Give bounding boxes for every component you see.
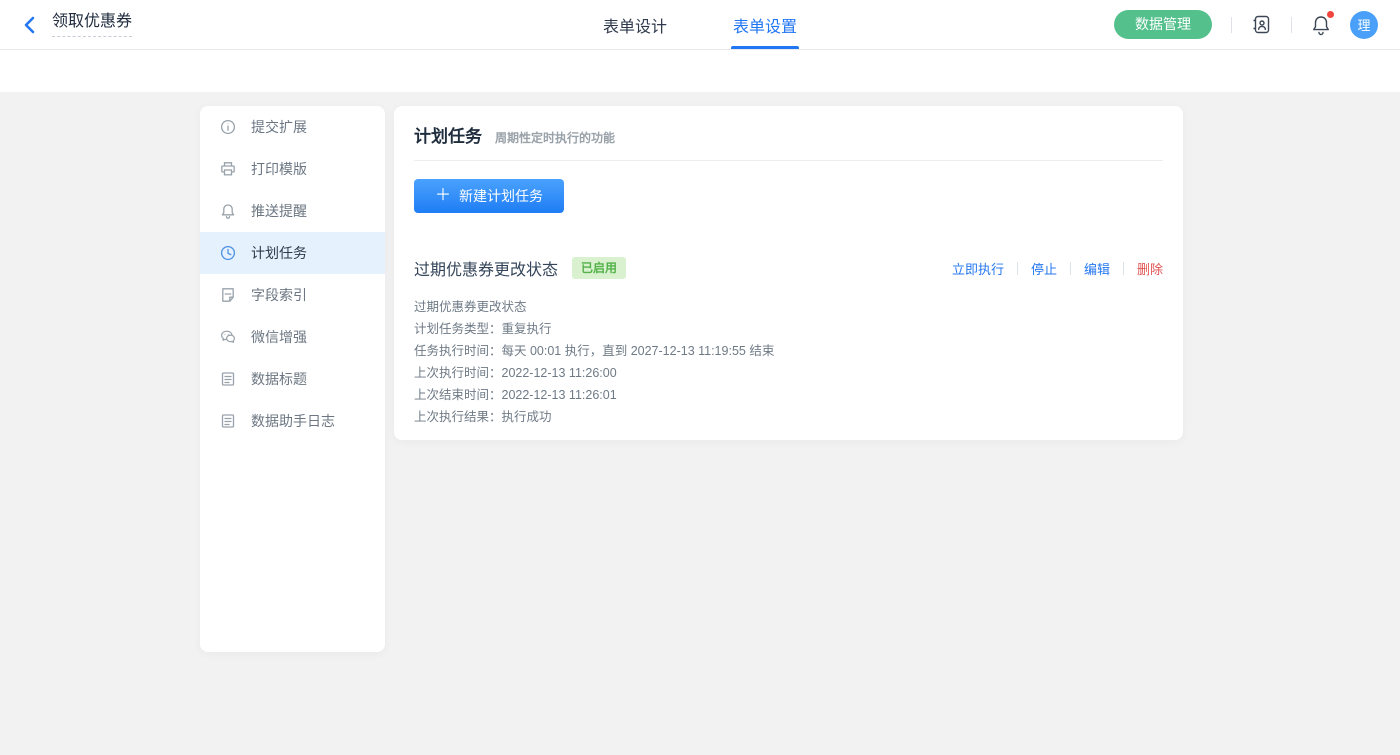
- sidebar-item-field-index[interactable]: 字段索引: [200, 274, 385, 316]
- task-status-badge: 已启用: [572, 257, 626, 279]
- wechat-icon: [220, 329, 236, 345]
- back-chevron-icon: [22, 16, 38, 34]
- notification-bell-icon[interactable]: [1311, 14, 1331, 36]
- task-description: 过期优惠券更改状态: [414, 296, 1163, 318]
- sidebar-item-label: 数据标题: [251, 369, 307, 389]
- sidebar-item-label: 推送提醒: [251, 201, 307, 221]
- sidebar-item-scheduled-tasks[interactable]: 计划任务: [200, 232, 385, 274]
- settings-sidebar: 提交扩展 打印模版 推送提醒: [200, 106, 385, 652]
- sidebar-item-data-title[interactable]: 数据标题: [200, 358, 385, 400]
- clock-icon: [220, 245, 236, 261]
- file-icon: [220, 287, 236, 303]
- last-run-result: 上次执行结果：执行成功: [414, 406, 1163, 428]
- new-scheduled-task-button[interactable]: ＋ 新建计划任务: [414, 179, 564, 213]
- panel-title: 计划任务: [414, 122, 482, 147]
- task-details: 过期优惠券更改状态 计划任务类型：重复执行 任务执行时间：每天 00:01 执行…: [414, 296, 1163, 428]
- sidebar-item-label: 字段索引: [251, 285, 307, 305]
- back-button[interactable]: [22, 16, 38, 34]
- notification-badge-dot: [1327, 11, 1334, 18]
- data-manage-button[interactable]: 数据管理: [1114, 10, 1212, 39]
- tab-form-settings[interactable]: 表单设置: [731, 0, 799, 49]
- action-divider: [1070, 262, 1071, 275]
- list-icon: [220, 371, 236, 387]
- new-task-button-label: 新建计划任务: [459, 186, 543, 206]
- scheduled-tasks-panel: 计划任务 周期性定时执行的功能 ＋ 新建计划任务 过期优惠券更改状态 已启用 立…: [394, 106, 1183, 440]
- delete-link[interactable]: 删除: [1137, 259, 1163, 278]
- task-type: 计划任务类型：重复执行: [414, 318, 1163, 340]
- task-actions: 立即执行 停止 编辑 删除: [952, 259, 1163, 278]
- sidebar-item-label: 打印模版: [251, 159, 307, 179]
- sidebar-item-label: 数据助手日志: [251, 411, 335, 431]
- user-avatar[interactable]: 理: [1350, 11, 1378, 39]
- printer-icon: [220, 161, 236, 177]
- info-icon: [220, 119, 236, 135]
- sidebar-item-label: 微信增强: [251, 327, 307, 347]
- panel-divider: [414, 160, 1163, 161]
- header-divider: [1231, 17, 1232, 33]
- sidebar-item-label: 提交扩展: [251, 117, 307, 137]
- sidebar-item-print-template[interactable]: 打印模版: [200, 148, 385, 190]
- sidebar-item-push-reminder[interactable]: 推送提醒: [200, 190, 385, 232]
- task-item: 过期优惠券更改状态 已启用 立即执行 停止 编辑 删除 过期优惠券更改状态 计划…: [414, 256, 1163, 428]
- plus-icon: ＋: [435, 188, 451, 204]
- stop-link[interactable]: 停止: [1031, 259, 1057, 278]
- subheader-strip: [0, 50, 1400, 92]
- contacts-book-icon[interactable]: [1251, 14, 1272, 35]
- task-schedule: 任务执行时间：每天 00:01 执行，直到 2027-12-13 11:19:5…: [414, 340, 1163, 362]
- run-now-link[interactable]: 立即执行: [952, 259, 1004, 278]
- form-title[interactable]: 领取优惠券: [52, 12, 132, 37]
- bell-icon: [220, 203, 236, 219]
- last-end-time: 上次结束时间：2022-12-13 11:26:01: [414, 384, 1163, 406]
- sidebar-item-wechat-enhance[interactable]: 微信增强: [200, 316, 385, 358]
- action-divider: [1017, 262, 1018, 275]
- header-divider: [1291, 17, 1292, 33]
- action-divider: [1123, 262, 1124, 275]
- sidebar-item-submit-extension[interactable]: 提交扩展: [200, 106, 385, 148]
- sidebar-item-data-assistant-log[interactable]: 数据助手日志: [200, 400, 385, 442]
- sidebar-item-label: 计划任务: [251, 243, 307, 263]
- panel-subtitle: 周期性定时执行的功能: [495, 129, 615, 146]
- content-area: 提交扩展 打印模版 推送提醒: [0, 92, 1400, 754]
- last-run-time: 上次执行时间：2022-12-13 11:26:00: [414, 362, 1163, 384]
- center-tabs: 表单设计 表单设置: [601, 0, 799, 49]
- top-header: 领取优惠券 表单设计 表单设置 数据管理 理: [0, 0, 1400, 50]
- tab-form-design[interactable]: 表单设计: [601, 0, 669, 49]
- task-name: 过期优惠券更改状态: [414, 256, 558, 280]
- log-icon: [220, 413, 236, 429]
- edit-link[interactable]: 编辑: [1084, 259, 1110, 278]
